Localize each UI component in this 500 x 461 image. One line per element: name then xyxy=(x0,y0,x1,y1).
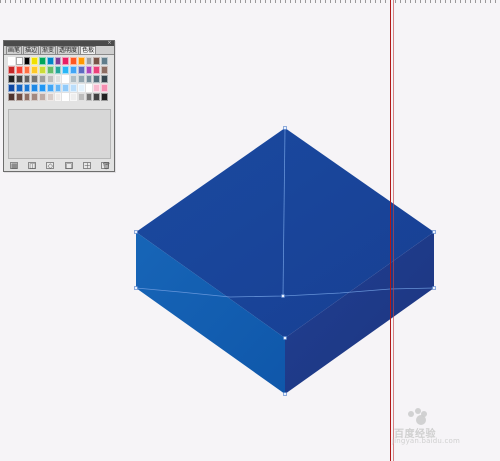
swatch[interactable] xyxy=(62,66,70,74)
swatch[interactable] xyxy=(93,93,101,101)
swatch[interactable] xyxy=(93,57,101,65)
swatch[interactable] xyxy=(46,75,54,83)
swatch-row xyxy=(8,57,109,65)
swatch-row xyxy=(8,66,109,74)
panel-titlebar[interactable]: × xyxy=(4,41,114,46)
swatch[interactable] xyxy=(8,66,15,74)
swatch[interactable] xyxy=(77,66,85,74)
swatch[interactable] xyxy=(62,57,70,65)
swatches-panel[interactable]: × 画笔 描边 渐变 透明度 色板 ▦ ◫ ◇ □ ＋ 🗑 xyxy=(3,40,115,172)
swatch[interactable] xyxy=(77,75,85,83)
panel-footer: ▦ ◫ ◇ □ ＋ 🗑 xyxy=(8,161,111,169)
swatch[interactable] xyxy=(70,66,77,74)
swatch[interactable] xyxy=(8,75,15,83)
horizontal-ruler[interactable] xyxy=(0,0,500,3)
swatch[interactable] xyxy=(85,93,93,101)
swatch-row xyxy=(8,75,109,83)
swatch[interactable] xyxy=(23,57,31,65)
swatch[interactable] xyxy=(85,66,93,74)
show-swatches-icon[interactable]: ◫ xyxy=(28,161,37,169)
swatch[interactable] xyxy=(39,75,46,83)
tab-brush[interactable]: 画笔 xyxy=(6,46,23,54)
swatch[interactable] xyxy=(93,66,101,74)
swatch[interactable] xyxy=(54,75,62,83)
swatch[interactable] xyxy=(23,75,31,83)
guide-vertical-second[interactable] xyxy=(393,0,394,461)
swatch[interactable] xyxy=(101,93,108,101)
new-swatch-icon[interactable]: ＋ xyxy=(82,161,91,169)
swatch-row xyxy=(8,84,109,92)
swatch[interactable] xyxy=(85,57,93,65)
swatch[interactable] xyxy=(15,93,23,101)
tab-stroke[interactable]: 描边 xyxy=(23,46,40,54)
watermark-url: jingyan.baidu.com xyxy=(392,437,460,445)
swatch[interactable] xyxy=(85,84,93,92)
swatch[interactable] xyxy=(62,75,70,83)
swatch[interactable] xyxy=(62,84,70,92)
swatch[interactable] xyxy=(93,84,101,92)
swatch[interactable] xyxy=(23,84,31,92)
swatch[interactable] xyxy=(31,66,39,74)
swatch[interactable] xyxy=(8,84,15,92)
swatch[interactable] xyxy=(77,84,85,92)
swatch[interactable] xyxy=(8,93,15,101)
swatch[interactable] xyxy=(70,75,77,83)
swatch-none[interactable] xyxy=(15,57,23,65)
swatch[interactable] xyxy=(31,84,39,92)
swatch-grid xyxy=(8,57,109,107)
swatch[interactable] xyxy=(101,75,108,83)
swatch-options-icon[interactable]: ◇ xyxy=(46,161,55,169)
swatch[interactable] xyxy=(39,66,46,74)
swatch-row xyxy=(8,93,109,101)
baidu-jingyan-watermark: 百度经验 jingyan.baidu.com xyxy=(388,406,493,452)
swatch[interactable] xyxy=(101,57,108,65)
tab-swatches[interactable]: 色板 xyxy=(80,46,97,54)
swatch[interactable] xyxy=(31,75,39,83)
swatch[interactable] xyxy=(46,93,54,101)
close-icon[interactable]: × xyxy=(107,41,112,46)
swatch[interactable] xyxy=(39,93,46,101)
swatch[interactable] xyxy=(93,75,101,83)
swatch-library-icon[interactable]: ▦ xyxy=(10,161,18,169)
swatch[interactable] xyxy=(39,57,46,65)
swatch[interactable] xyxy=(62,93,70,101)
swatch[interactable] xyxy=(70,93,77,101)
swatch[interactable] xyxy=(54,57,62,65)
swatch[interactable] xyxy=(8,57,15,65)
swatch[interactable] xyxy=(15,84,23,92)
swatch-library-area xyxy=(8,109,111,159)
swatch[interactable] xyxy=(54,66,62,74)
swatch[interactable] xyxy=(70,57,77,65)
swatch[interactable] xyxy=(77,93,85,101)
swatch[interactable] xyxy=(46,84,54,92)
swatch[interactable] xyxy=(101,84,108,92)
tab-gradient[interactable]: 渐变 xyxy=(40,46,57,54)
selection-path-line xyxy=(282,127,286,297)
box-right-face xyxy=(285,232,434,394)
swatch[interactable] xyxy=(46,66,54,74)
swatch[interactable] xyxy=(70,84,77,92)
swatch[interactable] xyxy=(23,93,31,101)
swatch[interactable] xyxy=(31,57,39,65)
swatch[interactable] xyxy=(54,84,62,92)
swatch[interactable] xyxy=(15,66,23,74)
swatch[interactable] xyxy=(85,75,93,83)
swatch[interactable] xyxy=(101,66,108,74)
swatch[interactable] xyxy=(39,84,46,92)
tab-transparency[interactable]: 透明度 xyxy=(57,46,80,54)
new-color-group-icon[interactable]: □ xyxy=(64,161,73,169)
panel-tabs: 画笔 描边 渐变 透明度 色板 xyxy=(4,46,114,55)
delete-swatch-icon[interactable]: 🗑 xyxy=(100,161,111,169)
swatch[interactable] xyxy=(54,93,62,101)
swatch[interactable] xyxy=(46,57,54,65)
swatch[interactable] xyxy=(15,75,23,83)
swatch[interactable] xyxy=(23,66,31,74)
swatch[interactable] xyxy=(77,57,85,65)
guide-vertical[interactable] xyxy=(390,0,391,461)
swatch[interactable] xyxy=(31,93,39,101)
box-left-face xyxy=(136,232,285,394)
